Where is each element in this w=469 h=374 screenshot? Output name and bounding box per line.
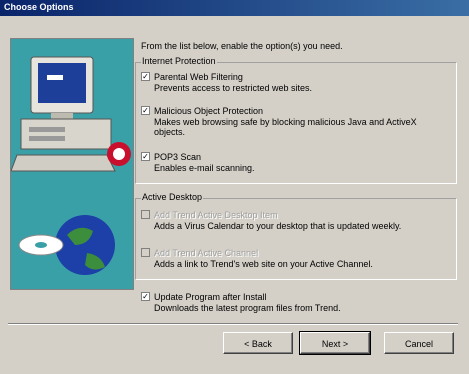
update-program-label: Update Program after Install bbox=[154, 292, 267, 302]
active-channel-description: Adds a link to Trend's web site on your … bbox=[154, 259, 373, 269]
cancel-button[interactable]: Cancel bbox=[384, 332, 454, 354]
checkmark-icon: ✓ bbox=[142, 292, 149, 301]
update-program-checkbox[interactable]: ✓ bbox=[141, 292, 150, 301]
title-bar[interactable]: Choose Options bbox=[0, 0, 469, 16]
button-divider bbox=[8, 323, 458, 325]
active-channel-label: Add Trend Active Channel bbox=[154, 248, 259, 258]
desktop-item-description: Adds a Virus Calendar to your desktop th… bbox=[154, 221, 402, 231]
checkmark-icon: ✓ bbox=[142, 72, 149, 81]
back-button[interactable]: < Back bbox=[223, 332, 293, 354]
computer-and-globe-illustration bbox=[10, 39, 133, 289]
pop3-scan-checkbox[interactable]: ✓ bbox=[141, 152, 150, 161]
active-desktop-title: Active Desktop bbox=[141, 192, 204, 202]
next-button[interactable]: Next > bbox=[299, 331, 371, 355]
window-title: Choose Options bbox=[4, 2, 74, 12]
checkmark-icon: ✓ bbox=[142, 106, 149, 115]
active-channel-checkbox bbox=[141, 248, 150, 257]
pop3-scan-description: Enables e-mail scanning. bbox=[154, 163, 255, 173]
checkmark-icon: ✓ bbox=[142, 152, 149, 161]
malicious-object-label: Malicious Object Protection bbox=[154, 106, 264, 116]
update-program-description: Downloads the latest program files from … bbox=[154, 303, 341, 313]
parental-filtering-label: Parental Web Filtering bbox=[154, 72, 243, 82]
malicious-object-description: Makes web browsing safe by blocking mali… bbox=[154, 117, 417, 137]
desktop-item-checkbox bbox=[141, 210, 150, 219]
pop3-scan-label: POP3 Scan bbox=[154, 152, 202, 162]
internet-protection-title: Internet Protection bbox=[141, 56, 217, 66]
malicious-object-checkbox[interactable]: ✓ bbox=[141, 106, 150, 115]
desktop-item-label: Add Trend Active Desktop Item bbox=[154, 210, 278, 220]
parental-filtering-description: Prevents access to restricted web sites. bbox=[154, 83, 313, 93]
wizard-illustration bbox=[10, 38, 134, 290]
intro-text: From the list below, enable the option(s… bbox=[141, 41, 343, 51]
parental-filtering-checkbox[interactable]: ✓ bbox=[141, 72, 150, 81]
